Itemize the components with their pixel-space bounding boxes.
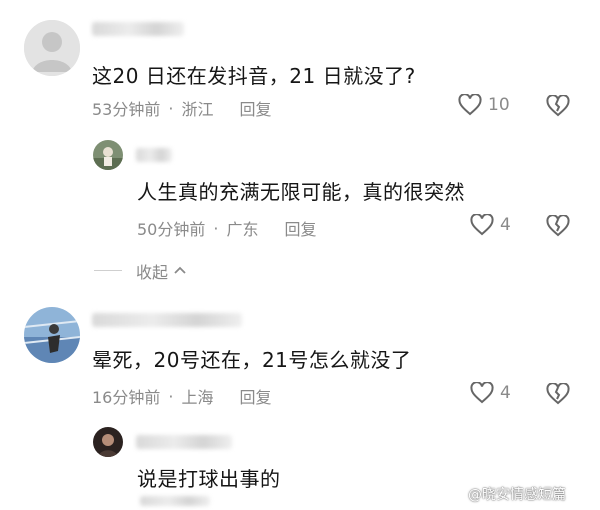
collapse-label: 收起	[136, 263, 169, 282]
user-photo-icon	[24, 307, 80, 363]
watermark: @晓安情感短篇	[468, 487, 566, 503]
reply-avatar[interactable]	[93, 427, 123, 457]
default-user-icon	[24, 20, 80, 76]
reply-button[interactable]: 回复	[284, 216, 316, 240]
reply-location: 广东	[226, 220, 259, 239]
comment-location: 上海	[181, 388, 214, 407]
truncated-meta-redacted	[140, 496, 210, 506]
comment-meta: 53分钟前 · 浙江 回复	[92, 96, 272, 120]
broken-heart-icon	[546, 94, 570, 117]
reply-text: 说是打球出事的	[137, 467, 281, 491]
user-photo-icon	[93, 427, 123, 457]
username-redacted	[136, 435, 232, 449]
reply-button[interactable]: 回复	[239, 384, 271, 408]
comment-time: 16分钟前	[92, 388, 161, 407]
reply-meta: 50分钟前 · 广东 回复	[137, 216, 317, 240]
avatar[interactable]	[24, 20, 80, 76]
comment-text: 晕死，20号还在，21号怎么就没了	[92, 348, 412, 372]
reply-text: 人生真的充满无限可能，真的很突然	[137, 180, 465, 204]
username-redacted	[92, 313, 242, 327]
heart-outline-icon	[470, 214, 494, 236]
username-redacted	[92, 22, 184, 36]
username-redacted	[136, 148, 172, 162]
broken-heart-icon	[546, 382, 570, 405]
collapse-divider	[94, 270, 122, 271]
comment-meta: 16分钟前 · 上海 回复	[92, 384, 272, 408]
dislike-button[interactable]	[546, 214, 570, 241]
user-photo-icon	[93, 140, 123, 170]
avatar[interactable]	[24, 307, 80, 363]
separator: ·	[213, 218, 219, 238]
like-count: 10	[488, 95, 510, 115]
heart-outline-icon	[470, 382, 494, 404]
separator: ·	[168, 386, 174, 406]
dislike-button[interactable]	[546, 94, 570, 121]
comment-text: 这20 日还在发抖音，21 日就没了?	[92, 64, 416, 88]
reply-time: 50分钟前	[137, 220, 206, 239]
reply-button[interactable]: 回复	[239, 96, 271, 120]
heart-outline-icon	[458, 94, 482, 116]
like-button[interactable]: 4	[470, 214, 511, 236]
like-count: 4	[500, 383, 511, 403]
separator: ·	[168, 98, 174, 118]
reply-avatar[interactable]	[93, 140, 123, 170]
collapse-button[interactable]: 收起	[136, 259, 188, 283]
broken-heart-icon	[546, 214, 570, 237]
chevron-up-icon	[174, 266, 186, 274]
comment-time: 53分钟前	[92, 100, 161, 119]
like-count: 4	[500, 215, 511, 235]
dislike-button[interactable]	[546, 382, 570, 409]
comment-location: 浙江	[181, 100, 214, 119]
like-button[interactable]: 10	[458, 94, 510, 116]
like-button[interactable]: 4	[470, 382, 511, 404]
